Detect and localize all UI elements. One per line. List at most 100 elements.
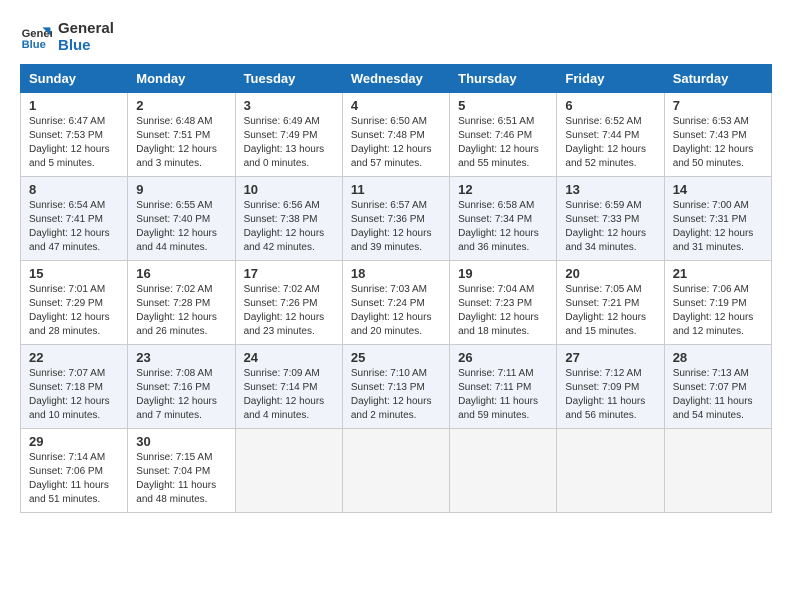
day-detail: Sunrise: 6:52 AMSunset: 7:44 PMDaylight:…: [565, 115, 655, 171]
day-detail: Sunrise: 7:14 AMSunset: 7:06 PMDaylight:…: [29, 451, 119, 507]
day-cell: 2 Sunrise: 6:48 AMSunset: 7:51 PMDaylight…: [128, 93, 235, 177]
day-number: 28: [673, 350, 763, 365]
day-number: 16: [136, 266, 226, 281]
column-header-sunday: Sunday: [21, 65, 128, 93]
day-cell: 18 Sunrise: 7:03 AMSunset: 7:24 PMDayligh…: [342, 261, 449, 345]
day-number: 18: [351, 266, 441, 281]
day-detail: Sunrise: 7:01 AMSunset: 7:29 PMDaylight:…: [29, 283, 119, 339]
day-number: 21: [673, 266, 763, 281]
day-detail: Sunrise: 6:55 AMSunset: 7:40 PMDaylight:…: [136, 199, 226, 255]
column-header-monday: Monday: [128, 65, 235, 93]
day-number: 24: [244, 350, 334, 365]
day-detail: Sunrise: 7:03 AMSunset: 7:24 PMDaylight:…: [351, 283, 441, 339]
day-cell: 17 Sunrise: 7:02 AMSunset: 7:26 PMDayligh…: [235, 261, 342, 345]
day-cell: 24Sunrise: 7:09 AMSunset: 7:14 PMDayligh…: [235, 345, 342, 429]
day-detail: Sunrise: 7:11 AMSunset: 7:11 PMDaylight:…: [458, 367, 548, 423]
day-cell: 19 Sunrise: 7:04 AMSunset: 7:23 PMDayligh…: [450, 261, 557, 345]
calendar-header-row: SundayMondayTuesdayWednesdayThursdayFrid…: [21, 65, 772, 93]
day-number: 19: [458, 266, 548, 281]
day-detail: Sunrise: 7:08 AMSunset: 7:16 PMDaylight:…: [136, 367, 226, 423]
logo-icon: General Blue: [20, 21, 52, 53]
day-detail: Sunrise: 6:57 AMSunset: 7:36 PMDaylight:…: [351, 199, 441, 255]
day-number: 10: [244, 182, 334, 197]
day-cell: [450, 429, 557, 513]
day-cell: 7 Sunrise: 6:53 AMSunset: 7:43 PMDaylight…: [664, 93, 771, 177]
day-detail: Sunrise: 6:49 AMSunset: 7:49 PMDaylight:…: [244, 115, 334, 171]
page-header: General Blue GeneralBlue: [20, 20, 772, 54]
calendar-table: SundayMondayTuesdayWednesdayThursdayFrid…: [20, 64, 772, 513]
day-cell: 15 Sunrise: 7:01 AMSunset: 7:29 PMDayligh…: [21, 261, 128, 345]
day-number: 15: [29, 266, 119, 281]
day-number: 1: [29, 98, 119, 113]
day-detail: Sunrise: 6:54 AMSunset: 7:41 PMDaylight:…: [29, 199, 119, 255]
day-cell: 8 Sunrise: 6:54 AMSunset: 7:41 PMDaylight…: [21, 177, 128, 261]
day-detail: Sunrise: 7:02 AMSunset: 7:26 PMDaylight:…: [244, 283, 334, 339]
day-number: 22: [29, 350, 119, 365]
day-cell: [342, 429, 449, 513]
day-number: 13: [565, 182, 655, 197]
day-detail: Sunrise: 7:06 AMSunset: 7:19 PMDaylight:…: [673, 283, 763, 339]
day-detail: Sunrise: 6:58 AMSunset: 7:34 PMDaylight:…: [458, 199, 548, 255]
week-row-1: 1 Sunrise: 6:47 AMSunset: 7:53 PMDaylight…: [21, 93, 772, 177]
day-number: 23: [136, 350, 226, 365]
day-number: 8: [29, 182, 119, 197]
column-header-friday: Friday: [557, 65, 664, 93]
day-detail: Sunrise: 6:50 AMSunset: 7:48 PMDaylight:…: [351, 115, 441, 171]
day-number: 11: [351, 182, 441, 197]
day-number: 3: [244, 98, 334, 113]
day-number: 12: [458, 182, 548, 197]
day-number: 27: [565, 350, 655, 365]
day-detail: Sunrise: 6:59 AMSunset: 7:33 PMDaylight:…: [565, 199, 655, 255]
week-row-2: 8 Sunrise: 6:54 AMSunset: 7:41 PMDaylight…: [21, 177, 772, 261]
day-cell: 20Sunrise: 7:05 AMSunset: 7:21 PMDayligh…: [557, 261, 664, 345]
day-number: 25: [351, 350, 441, 365]
day-detail: Sunrise: 7:04 AMSunset: 7:23 PMDaylight:…: [458, 283, 548, 339]
day-cell: 1 Sunrise: 6:47 AMSunset: 7:53 PMDaylight…: [21, 93, 128, 177]
day-number: 30: [136, 434, 226, 449]
day-cell: 10 Sunrise: 6:56 AMSunset: 7:38 PMDayligh…: [235, 177, 342, 261]
day-number: 5: [458, 98, 548, 113]
day-cell: 5Sunrise: 6:51 AMSunset: 7:46 PMDaylight…: [450, 93, 557, 177]
day-number: 2: [136, 98, 226, 113]
column-header-thursday: Thursday: [450, 65, 557, 93]
day-cell: [235, 429, 342, 513]
day-cell: 25 Sunrise: 7:10 AMSunset: 7:13 PMDayligh…: [342, 345, 449, 429]
day-detail: Sunrise: 7:05 AMSunset: 7:21 PMDaylight:…: [565, 283, 655, 339]
day-number: 4: [351, 98, 441, 113]
week-row-4: 22 Sunrise: 7:07 AMSunset: 7:18 PMDayligh…: [21, 345, 772, 429]
day-cell: 16 Sunrise: 7:02 AMSunset: 7:28 PMDayligh…: [128, 261, 235, 345]
day-number: 17: [244, 266, 334, 281]
day-number: 6: [565, 98, 655, 113]
day-cell: 11 Sunrise: 6:57 AMSunset: 7:36 PMDayligh…: [342, 177, 449, 261]
day-number: 9: [136, 182, 226, 197]
logo: General Blue GeneralBlue: [20, 20, 114, 54]
day-number: 7: [673, 98, 763, 113]
day-detail: Sunrise: 6:47 AMSunset: 7:53 PMDaylight:…: [29, 115, 119, 171]
day-detail: Sunrise: 7:00 AMSunset: 7:31 PMDaylight:…: [673, 199, 763, 255]
day-number: 14: [673, 182, 763, 197]
day-cell: 28 Sunrise: 7:13 AMSunset: 7:07 PMDayligh…: [664, 345, 771, 429]
day-cell: 14 Sunrise: 7:00 AMSunset: 7:31 PMDayligh…: [664, 177, 771, 261]
day-detail: Sunrise: 7:15 AMSunset: 7:04 PMDaylight:…: [136, 451, 226, 507]
week-row-5: 29Sunrise: 7:14 AMSunset: 7:06 PMDayligh…: [21, 429, 772, 513]
column-header-wednesday: Wednesday: [342, 65, 449, 93]
day-detail: Sunrise: 7:13 AMSunset: 7:07 PMDaylight:…: [673, 367, 763, 423]
day-cell: 27 Sunrise: 7:12 AMSunset: 7:09 PMDayligh…: [557, 345, 664, 429]
day-detail: Sunrise: 6:56 AMSunset: 7:38 PMDaylight:…: [244, 199, 334, 255]
day-cell: 9 Sunrise: 6:55 AMSunset: 7:40 PMDaylight…: [128, 177, 235, 261]
day-cell: 29Sunrise: 7:14 AMSunset: 7:06 PMDayligh…: [21, 429, 128, 513]
day-detail: Sunrise: 6:53 AMSunset: 7:43 PMDaylight:…: [673, 115, 763, 171]
day-cell: [664, 429, 771, 513]
day-cell: 12 Sunrise: 6:58 AMSunset: 7:34 PMDayligh…: [450, 177, 557, 261]
day-detail: Sunrise: 7:07 AMSunset: 7:18 PMDaylight:…: [29, 367, 119, 423]
day-detail: Sunrise: 6:48 AMSunset: 7:51 PMDaylight:…: [136, 115, 226, 171]
day-cell: 13 Sunrise: 6:59 AMSunset: 7:33 PMDayligh…: [557, 177, 664, 261]
day-detail: Sunrise: 7:02 AMSunset: 7:28 PMDaylight:…: [136, 283, 226, 339]
day-cell: 6 Sunrise: 6:52 AMSunset: 7:44 PMDaylight…: [557, 93, 664, 177]
day-cell: 22 Sunrise: 7:07 AMSunset: 7:18 PMDayligh…: [21, 345, 128, 429]
day-cell: 26Sunrise: 7:11 AMSunset: 7:11 PMDayligh…: [450, 345, 557, 429]
day-detail: Sunrise: 7:12 AMSunset: 7:09 PMDaylight:…: [565, 367, 655, 423]
svg-text:Blue: Blue: [22, 39, 46, 51]
day-detail: Sunrise: 7:10 AMSunset: 7:13 PMDaylight:…: [351, 367, 441, 423]
column-header-saturday: Saturday: [664, 65, 771, 93]
